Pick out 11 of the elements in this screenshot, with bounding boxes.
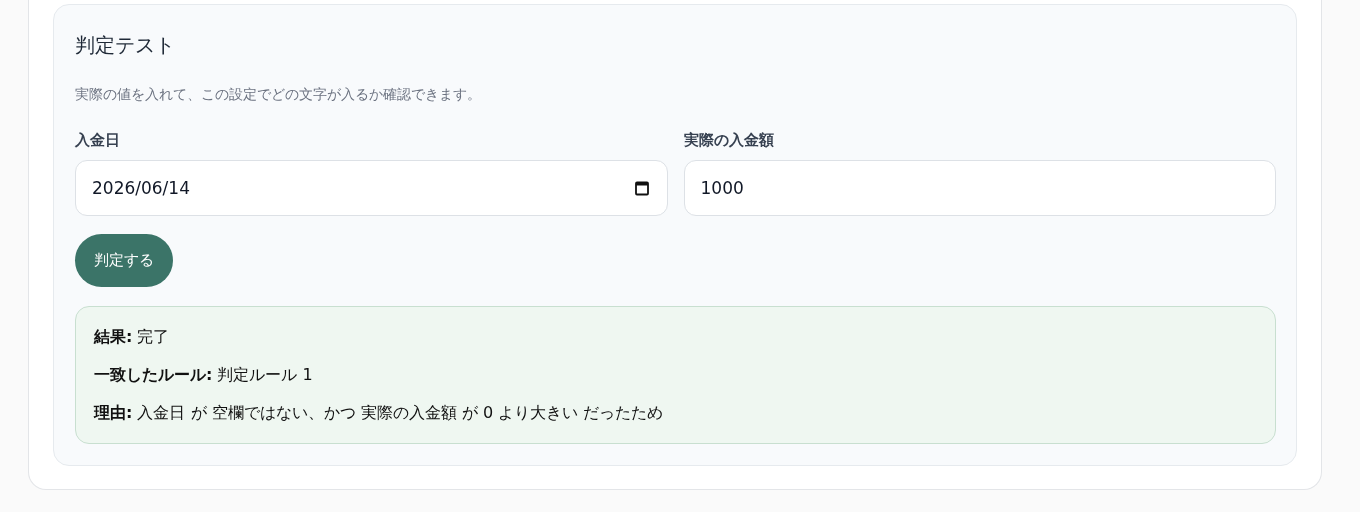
date-field[interactable]: 2026/06/14: [75, 160, 668, 216]
amount-field[interactable]: 1000: [683, 160, 1276, 216]
field-label: 入金日: [75, 130, 121, 151]
section-description: 実際の値を入れて、この設定でどの文字が入るか確認できます。: [75, 85, 482, 104]
section-title: 判定テスト: [75, 32, 176, 59]
judge-button[interactable]: 判定する: [75, 234, 173, 287]
field-label: 実際の入金額: [683, 130, 775, 151]
calendar-icon[interactable]: [634, 180, 649, 196]
result-line: 結果: 完了: [94, 326, 171, 348]
result-line: 理由: 入金日 が 空欄ではない、かつ 実際の入金額 が 0 より大きい だったため: [94, 402, 665, 424]
result-line: 一致したルール: 判定ルール 1: [94, 364, 314, 386]
